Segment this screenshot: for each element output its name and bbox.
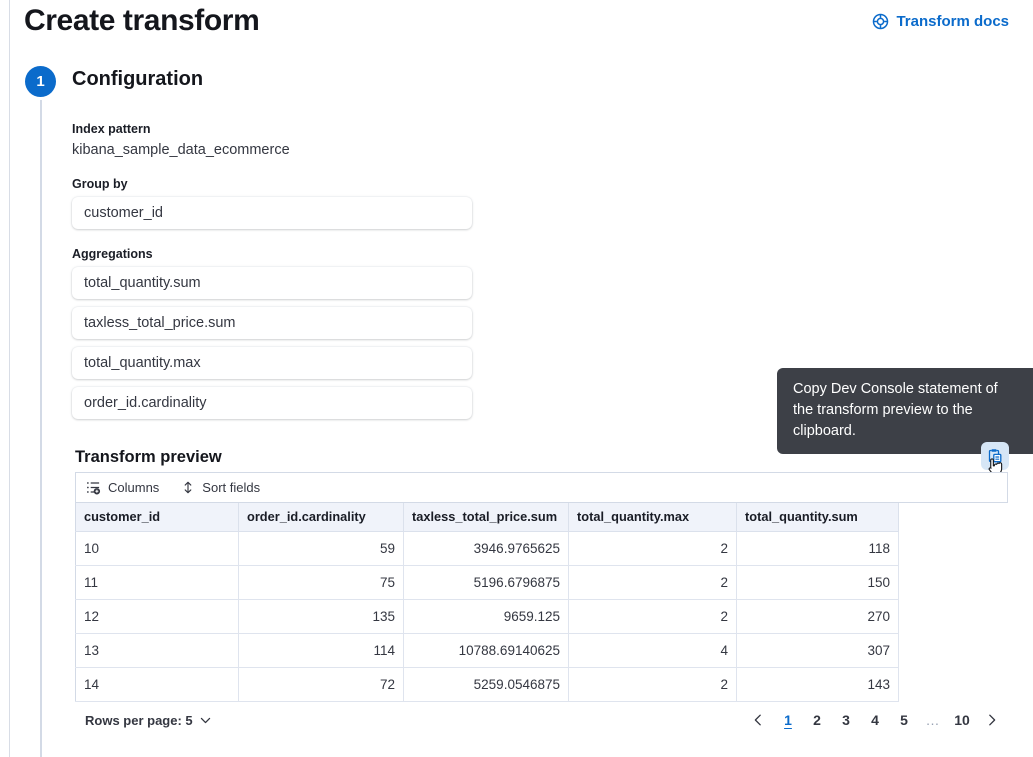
grid-cell[interactable]: 9659.125 xyxy=(404,599,569,633)
grid-cell[interactable]: 150 xyxy=(737,565,899,599)
previous-page-button[interactable] xyxy=(745,713,771,727)
grid-cell[interactable]: 5196.6796875 xyxy=(404,565,569,599)
transform-preview-grid: Columns Sort fields customer_idorder_id.… xyxy=(75,472,1008,702)
columns-list-add-icon xyxy=(86,480,101,495)
table-row: 11755196.67968752150 xyxy=(76,565,899,599)
grid-cell[interactable]: 12 xyxy=(76,599,239,633)
sort-fields-button[interactable]: Sort fields xyxy=(181,480,260,495)
aggregation-chip[interactable]: total_quantity.sum xyxy=(72,267,472,299)
grid-cell[interactable]: 118 xyxy=(737,531,899,565)
grid-cell[interactable]: 3946.9765625 xyxy=(404,531,569,565)
grid-footer: Rows per page: 5 12345…10 xyxy=(85,706,1005,734)
pagination: 12345…10 xyxy=(745,710,1005,730)
column-header-order_id.cardinality[interactable]: order_id.cardinality xyxy=(239,503,404,531)
docs-icon xyxy=(872,13,889,30)
chevron-down-icon xyxy=(199,714,212,727)
grid-cell[interactable]: 2 xyxy=(569,565,737,599)
grid-cell[interactable]: 2 xyxy=(569,667,737,701)
window-left-border xyxy=(9,0,10,757)
table-row: 1311410788.691406254307 xyxy=(76,633,899,667)
grid-cell[interactable]: 2 xyxy=(569,599,737,633)
page-title: Create transform xyxy=(24,4,259,38)
table-row: 14725259.05468752143 xyxy=(76,667,899,701)
grid-cell[interactable]: 59 xyxy=(239,531,404,565)
grid-cell[interactable]: 75 xyxy=(239,565,404,599)
table-row: 121359659.1252270 xyxy=(76,599,899,633)
aggregation-chip[interactable]: total_quantity.max xyxy=(72,347,472,379)
column-header-taxless_total_price.sum[interactable]: taxless_total_price.sum xyxy=(404,503,569,531)
column-header-total_quantity.max[interactable]: total_quantity.max xyxy=(569,503,737,531)
sort-fields-button-label: Sort fields xyxy=(202,480,260,495)
grid-cell[interactable]: 14 xyxy=(76,667,239,701)
chevron-left-icon xyxy=(751,713,765,727)
grid-cell[interactable]: 114 xyxy=(239,633,404,667)
step-connector-line xyxy=(40,100,42,757)
group-by-chip[interactable]: customer_id xyxy=(72,197,472,229)
column-header-total_quantity.sum[interactable]: total_quantity.sum xyxy=(737,503,899,531)
docs-link-label: Transform docs xyxy=(896,13,1009,30)
grid-cell[interactable]: 72 xyxy=(239,667,404,701)
double-arrow-sort-icon xyxy=(181,480,195,495)
grid-cell[interactable]: 10 xyxy=(76,531,239,565)
pagination-page-3[interactable]: 3 xyxy=(834,710,858,730)
index-pattern-label: Index pattern xyxy=(72,122,473,136)
grid-cell[interactable]: 135 xyxy=(239,599,404,633)
table-row: 10593946.97656252118 xyxy=(76,531,899,565)
aggregations-list: total_quantity.sum taxless_total_price.su… xyxy=(72,267,473,419)
group-by-list: customer_id xyxy=(72,197,473,229)
grid-cell[interactable]: 11 xyxy=(76,565,239,599)
aggregation-chip[interactable]: taxless_total_price.sum xyxy=(72,307,472,339)
pagination-page-5[interactable]: 5 xyxy=(892,710,916,730)
columns-button-label: Columns xyxy=(108,480,159,495)
grid-cell[interactable]: 307 xyxy=(737,633,899,667)
grid-cell[interactable]: 5259.0546875 xyxy=(404,667,569,701)
grid-cell[interactable]: 10788.69140625 xyxy=(404,633,569,667)
step-number-badge: 1 xyxy=(25,66,56,97)
chevron-right-icon xyxy=(985,713,999,727)
pagination-page-2[interactable]: 2 xyxy=(805,710,829,730)
transform-preview-title: Transform preview xyxy=(75,448,222,467)
step-title: Configuration xyxy=(72,68,203,91)
grid-cell[interactable]: 2 xyxy=(569,531,737,565)
column-header-customer_id[interactable]: customer_id xyxy=(76,503,239,531)
pagination-ellipsis: … xyxy=(921,710,945,730)
grid-cell[interactable]: 143 xyxy=(737,667,899,701)
rows-per-page-label: Rows per page: 5 xyxy=(85,713,193,728)
index-pattern-value: kibana_sample_data_ecommerce xyxy=(72,142,473,158)
columns-button[interactable]: Columns xyxy=(86,480,159,495)
pagination-page-1[interactable]: 1 xyxy=(776,710,800,730)
rows-per-page-button[interactable]: Rows per page: 5 xyxy=(85,713,212,728)
aggregations-label: Aggregations xyxy=(72,247,473,261)
pagination-page-10[interactable]: 10 xyxy=(950,710,974,730)
copy-tooltip-text: Copy Dev Console statement of the transf… xyxy=(793,381,998,439)
grid-cell[interactable]: 270 xyxy=(737,599,899,633)
next-page-button[interactable] xyxy=(979,713,1005,727)
preview-table: customer_idorder_id.cardinalitytaxless_t… xyxy=(75,503,899,702)
grid-cell[interactable]: 4 xyxy=(569,633,737,667)
data-grid-toolbar: Columns Sort fields xyxy=(75,472,1008,503)
aggregation-chip[interactable]: order_id.cardinality xyxy=(72,387,472,419)
transform-docs-link[interactable]: Transform docs xyxy=(872,13,1009,30)
configuration-form: Index pattern kibana_sample_data_ecommer… xyxy=(72,122,473,427)
pagination-page-4[interactable]: 4 xyxy=(863,710,887,730)
table-header-row: customer_idorder_id.cardinalitytaxless_t… xyxy=(76,503,899,531)
grid-cell[interactable]: 13 xyxy=(76,633,239,667)
group-by-label: Group by xyxy=(72,177,473,191)
